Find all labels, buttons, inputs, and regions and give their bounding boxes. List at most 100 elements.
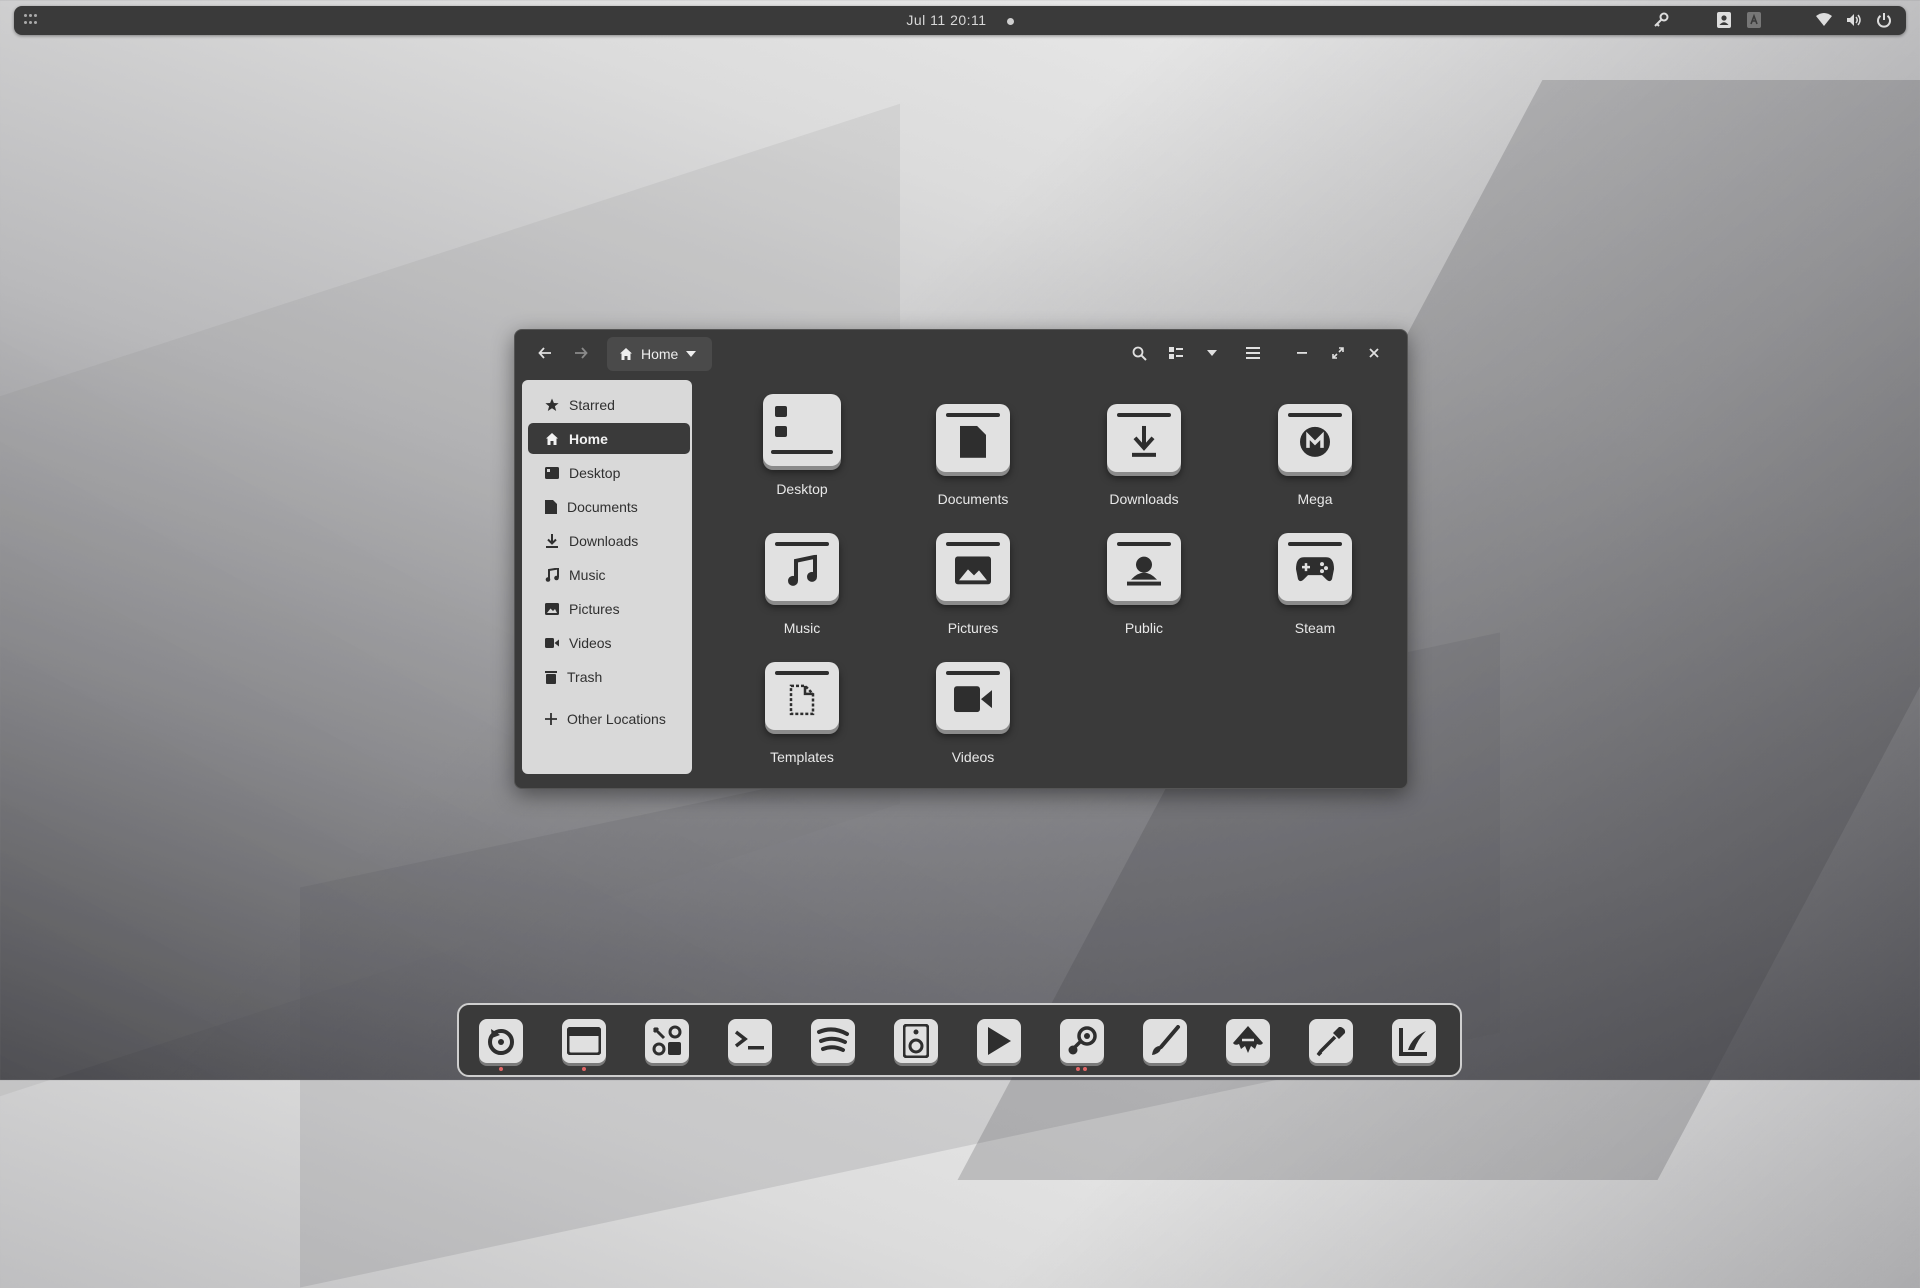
keyboard-layout-icon[interactable] — [1746, 11, 1762, 29]
sidebar-item-downloads[interactable]: Downloads — [528, 525, 690, 556]
folder-mega[interactable]: Mega — [1250, 404, 1380, 507]
path-bar-home[interactable]: Home — [607, 337, 712, 371]
sidebar-item-label: Documents — [567, 498, 638, 515]
power-icon[interactable] — [1876, 12, 1892, 28]
video-player-icon — [988, 1027, 1011, 1055]
home-icon — [546, 432, 558, 445]
folder-label: Music — [783, 620, 821, 636]
running-indicator — [1076, 1067, 1080, 1071]
search-button[interactable] — [1124, 339, 1154, 367]
hamburger-menu-icon — [1246, 347, 1260, 359]
chevron-down-icon — [686, 351, 697, 357]
menu-button[interactable] — [1238, 339, 1268, 367]
folder-label: Downloads — [1109, 491, 1179, 507]
arrow-left-icon — [538, 347, 551, 359]
pictures-folder-icon — [936, 533, 1010, 601]
sidebar-item-home[interactable]: Home — [528, 423, 690, 454]
folder-label: Videos — [951, 749, 995, 765]
clock-text: Jul 11 20:11 — [906, 12, 987, 28]
sidebar-item-music[interactable]: Music — [528, 559, 690, 590]
maximize-icon — [1332, 347, 1344, 359]
sidebar-item-desktop[interactable]: Desktop — [528, 457, 690, 488]
folder-steam[interactable]: Steam — [1250, 533, 1380, 636]
folder-desktop[interactable]: Desktop — [737, 394, 867, 497]
notification-dot-icon — [1006, 17, 1014, 25]
settings-tools-icon — [652, 1025, 682, 1056]
minimize-icon — [1297, 352, 1307, 354]
sidebar-item-documents[interactable]: Documents — [528, 491, 690, 522]
folder-documents[interactable]: Documents — [908, 404, 1038, 507]
video-icon — [545, 637, 559, 648]
view-mode-button[interactable] — [1161, 339, 1191, 367]
folder-templates[interactable]: Templates — [737, 662, 867, 765]
close-button[interactable] — [1359, 339, 1389, 367]
dock-backup-app[interactable] — [479, 1019, 523, 1063]
clock[interactable]: Jul 11 20:11 — [14, 12, 1906, 28]
sidebar-item-other-locations[interactable]: Other Locations — [528, 703, 690, 734]
back-button[interactable] — [530, 339, 560, 367]
dock-video-player-app[interactable] — [977, 1019, 1021, 1063]
contact-card-icon[interactable] — [1716, 11, 1732, 29]
home-icon — [620, 348, 632, 360]
dock-speaker-app[interactable] — [894, 1019, 938, 1063]
folder-downloads[interactable]: Downloads — [1079, 404, 1209, 507]
dock-krita-app[interactable] — [1392, 1019, 1436, 1063]
speaker-icon — [903, 1024, 929, 1058]
dock-window-app[interactable] — [562, 1019, 606, 1063]
spotify-icon — [817, 1027, 849, 1052]
sidebar-item-videos[interactable]: Videos — [528, 627, 690, 658]
plus-icon — [545, 712, 557, 725]
wifi-icon[interactable] — [1816, 13, 1832, 27]
folder-videos[interactable]: Videos — [908, 662, 1038, 765]
trash-icon — [545, 670, 557, 684]
sidebar-item-label: Videos — [569, 634, 612, 651]
backup-icon — [488, 1029, 514, 1055]
key-icon[interactable] — [1652, 11, 1670, 29]
folder-public[interactable]: Public — [1079, 533, 1209, 636]
volume-icon[interactable] — [1846, 12, 1862, 28]
sidebar-item-trash[interactable]: Trash — [528, 661, 690, 692]
dock-brush-app[interactable] — [1143, 1019, 1187, 1063]
music-icon — [545, 567, 559, 582]
sidebar-item-label: Downloads — [569, 532, 639, 549]
minimize-button[interactable] — [1287, 339, 1317, 367]
krita-icon — [1399, 1028, 1427, 1056]
downloads-folder-icon — [1107, 404, 1181, 472]
view-options-button[interactable] — [1197, 339, 1227, 367]
dock-terminal-app[interactable] — [728, 1019, 772, 1063]
folder-label: Mega — [1297, 491, 1333, 507]
folder-label: Public — [1124, 620, 1164, 636]
folder-music[interactable]: Music — [737, 533, 867, 636]
search-icon — [1132, 346, 1147, 361]
sidebar-item-starred[interactable]: Starred — [528, 389, 690, 420]
dock-spotify-app[interactable] — [811, 1019, 855, 1063]
steam-icon — [1068, 1026, 1097, 1055]
star-icon — [545, 398, 559, 411]
top-bar: Jul 11 20:11 — [14, 6, 1906, 35]
download-icon — [546, 533, 558, 548]
desktop-folder-icon — [763, 394, 841, 466]
brush-icon — [1152, 1025, 1180, 1055]
maximize-button[interactable] — [1323, 339, 1353, 367]
folder-label: Pictures — [947, 620, 999, 636]
dock-steam-app[interactable] — [1060, 1019, 1104, 1063]
videos-folder-icon — [936, 662, 1010, 730]
folder-pictures[interactable]: Pictures — [908, 533, 1038, 636]
folder-label: Documents — [937, 491, 1009, 507]
sidebar-item-label: Trash — [567, 668, 603, 685]
steam-folder-icon — [1278, 533, 1352, 601]
sidebar-item-label: Home — [569, 430, 608, 447]
dock — [457, 1003, 1462, 1077]
mega-folder-icon — [1278, 404, 1352, 472]
sidebar-item-pictures[interactable]: Pictures — [528, 593, 690, 624]
dock-settings-app[interactable] — [645, 1019, 689, 1063]
dock-color-picker-app[interactable] — [1309, 1019, 1353, 1063]
running-indicator — [1083, 1067, 1087, 1071]
system-tray — [1652, 11, 1892, 29]
dock-inkscape-app[interactable] — [1226, 1019, 1270, 1063]
sidebar-item-label: Other Locations — [567, 710, 666, 727]
folder-label: Templates — [770, 749, 834, 765]
folder-label: Steam — [1294, 620, 1336, 636]
sidebar-item-label: Music — [569, 566, 606, 583]
forward-button[interactable] — [566, 339, 596, 367]
